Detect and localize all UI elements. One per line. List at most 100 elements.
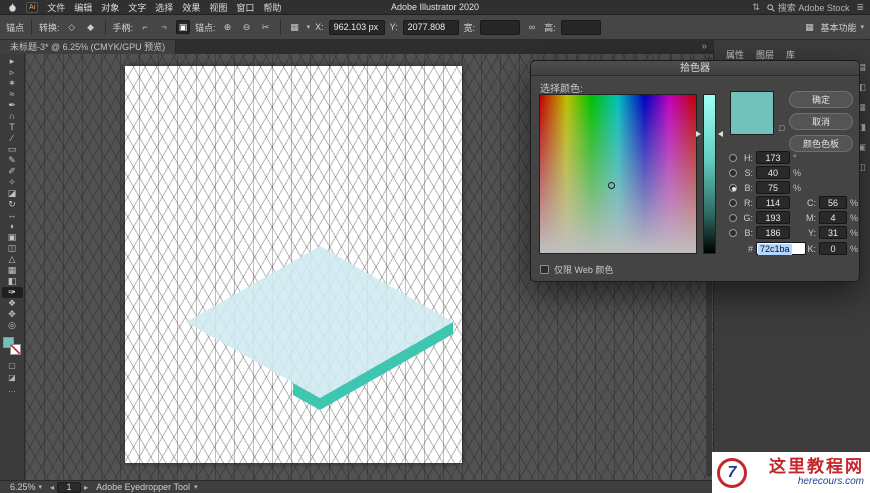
shaper-tool[interactable]: ✧ <box>2 177 23 188</box>
rectangle-tool[interactable]: ▭ <box>2 144 23 155</box>
perspective-grid-tool[interactable]: △ <box>2 254 23 265</box>
b2-input[interactable]: 186 <box>756 226 790 239</box>
remove-anchor-icon[interactable]: ⊖ <box>240 20 254 34</box>
status-tool-indicator[interactable]: Adobe Eyedropper Tool ▾ <box>96 482 197 492</box>
illustrator-app-icon[interactable]: Ai <box>26 1 39 13</box>
stroke-color-swatch[interactable] <box>10 344 21 355</box>
s-input[interactable]: 40 <box>756 166 790 179</box>
y-input[interactable]: 31 <box>819 226 847 239</box>
ok-button[interactable]: 确定 <box>789 91 853 108</box>
h-suffix: ° <box>793 152 797 163</box>
color-swatches-button[interactable]: 颜色色板 <box>789 135 853 152</box>
height-input[interactable] <box>560 19 601 35</box>
hand-tool[interactable]: ✥ <box>2 309 23 320</box>
radio-g[interactable] <box>729 213 737 222</box>
hide-handles-icon[interactable]: ¬ <box>157 20 171 34</box>
add-anchor-icon[interactable]: ⊕ <box>221 20 235 34</box>
handles-option-icon[interactable]: ▣ <box>176 20 191 34</box>
brightness-slider[interactable] <box>703 94 716 254</box>
scale-tool[interactable]: ↔ <box>2 210 23 221</box>
radio-s[interactable] <box>729 168 737 177</box>
tab-overflow-icon[interactable]: » <box>695 40 713 54</box>
menu-item-file[interactable]: 文件 <box>47 1 65 14</box>
radio-h[interactable] <box>729 153 737 162</box>
k-input[interactable]: 0 <box>819 242 847 255</box>
apple-icon[interactable] <box>8 3 17 12</box>
menu-item-help[interactable]: 帮助 <box>263 1 281 14</box>
web-colors-only-checkbox[interactable]: 仅限 Web 颜色 <box>540 263 613 276</box>
align-grid-icon[interactable]: ▦ <box>288 20 302 34</box>
document-tab-bar: 未标题-3* @ 6.25% (CMYK/GPU 预览) » <box>0 40 713 54</box>
line-segment-tool[interactable]: ∕ <box>2 133 23 144</box>
pencil-tool[interactable]: ✐ <box>2 166 23 177</box>
m-input[interactable]: 4 <box>819 211 847 224</box>
b-input[interactable]: 75 <box>756 181 790 194</box>
cut-path-icon[interactable]: ✂ <box>259 20 273 34</box>
magic-wand-tool[interactable]: ✶ <box>2 78 23 89</box>
control-bar: 锚点 转换: ◇ ◆ 手柄: ⌐ ¬ ▣ 锚点: ⊕ ⊖ ✂ ▦ ▾ X: 96… <box>0 15 870 40</box>
rotate-tool[interactable]: ↻ <box>2 199 23 210</box>
mesh-tool[interactable]: ▦ <box>2 265 23 276</box>
artboard-number-field[interactable]: 1 <box>57 481 82 493</box>
shape-builder-tool[interactable]: ◫ <box>2 243 23 254</box>
menu-item-effect[interactable]: 效果 <box>182 1 200 14</box>
eyedropper-tool[interactable]: ✑ <box>1 287 23 298</box>
radio-b[interactable] <box>729 183 737 192</box>
g-input[interactable]: 193 <box>756 211 790 224</box>
web-safe-cube-icon[interactable]: □ <box>779 123 784 133</box>
zoom-level-select[interactable]: 6.25% ▾ <box>10 482 42 492</box>
menu-item-edit[interactable]: 编辑 <box>74 1 92 14</box>
h-input[interactable]: 173 <box>756 151 790 164</box>
convert-smooth-icon[interactable]: ◆ <box>84 20 98 34</box>
k-label: K: <box>807 243 816 254</box>
y-input[interactable]: 2077.808 <box>402 19 459 35</box>
hsb-h-row: H: 173 ° <box>729 151 797 164</box>
width-tool[interactable]: ◗ <box>2 221 23 232</box>
radio-b2[interactable] <box>729 228 737 237</box>
menu-item-type[interactable]: 文字 <box>128 1 146 14</box>
width-input[interactable] <box>480 19 521 35</box>
eraser-tool[interactable]: ◪ <box>2 188 23 199</box>
color-field-marker[interactable] <box>608 182 615 189</box>
next-artboard-icon[interactable]: ▸ <box>84 483 88 492</box>
stock-search[interactable]: 搜索 Adobe Stock <box>767 1 849 14</box>
blend-tool[interactable]: ❖ <box>2 298 23 309</box>
link-dimensions-icon[interactable]: ∞ <box>525 20 539 34</box>
show-handles-icon[interactable]: ⌐ <box>138 20 152 34</box>
menu-item-select[interactable]: 选择 <box>155 1 173 14</box>
direct-selection-tool[interactable]: ▹ <box>2 67 23 78</box>
x-input[interactable]: 962.103 px <box>328 19 385 35</box>
convert-corner-icon[interactable]: ◇ <box>65 20 79 34</box>
prev-artboard-icon[interactable]: ◂ <box>50 483 54 492</box>
paintbrush-tool[interactable]: ✎ <box>2 155 23 166</box>
gradient-tool[interactable]: ◧ <box>2 276 23 287</box>
curvature-tool[interactable]: ∩ <box>2 111 23 122</box>
menu-item-view[interactable]: 视图 <box>209 1 227 14</box>
workspace-switcher[interactable]: ▦ 基本功能 ▾ <box>802 20 864 34</box>
cancel-button[interactable]: 取消 <box>789 113 853 130</box>
document-tab[interactable]: 未标题-3* @ 6.25% (CMYK/GPU 预览) <box>0 40 177 54</box>
slider-marker-left-icon[interactable] <box>696 131 701 137</box>
r-input[interactable]: 114 <box>756 196 790 209</box>
zoom-tool[interactable]: ◎ <box>2 320 23 331</box>
menu-item-window[interactable]: 窗口 <box>236 1 254 14</box>
dialog-title[interactable]: 拾色器 <box>531 61 859 76</box>
lasso-tool[interactable]: ≈ <box>2 89 23 100</box>
radio-r[interactable] <box>729 198 737 207</box>
selection-tool[interactable]: ▸ <box>2 56 23 67</box>
share-icon[interactable]: ⇅ <box>752 2 760 13</box>
draw-behind-icon[interactable]: ◪ <box>8 373 16 382</box>
draw-normal-icon[interactable]: ▢ <box>8 361 16 370</box>
pen-tool[interactable]: ✒ <box>2 100 23 111</box>
type-tool[interactable]: T <box>2 122 23 133</box>
free-transform-tool[interactable]: ▣ <box>2 232 23 243</box>
menu-item-object[interactable]: 对象 <box>101 1 119 14</box>
chevron-down-icon[interactable]: ▾ <box>307 23 311 31</box>
color-field[interactable] <box>539 94 697 254</box>
c-input[interactable]: 56 <box>819 196 847 209</box>
toolbar-more-icon[interactable]: … <box>8 385 16 394</box>
slider-marker-right-icon[interactable] <box>718 131 723 137</box>
hex-input[interactable]: 72c1ba <box>756 242 806 255</box>
iso-top-face[interactable] <box>186 246 453 398</box>
menu-list-icon[interactable]: ≣ <box>856 2 864 13</box>
